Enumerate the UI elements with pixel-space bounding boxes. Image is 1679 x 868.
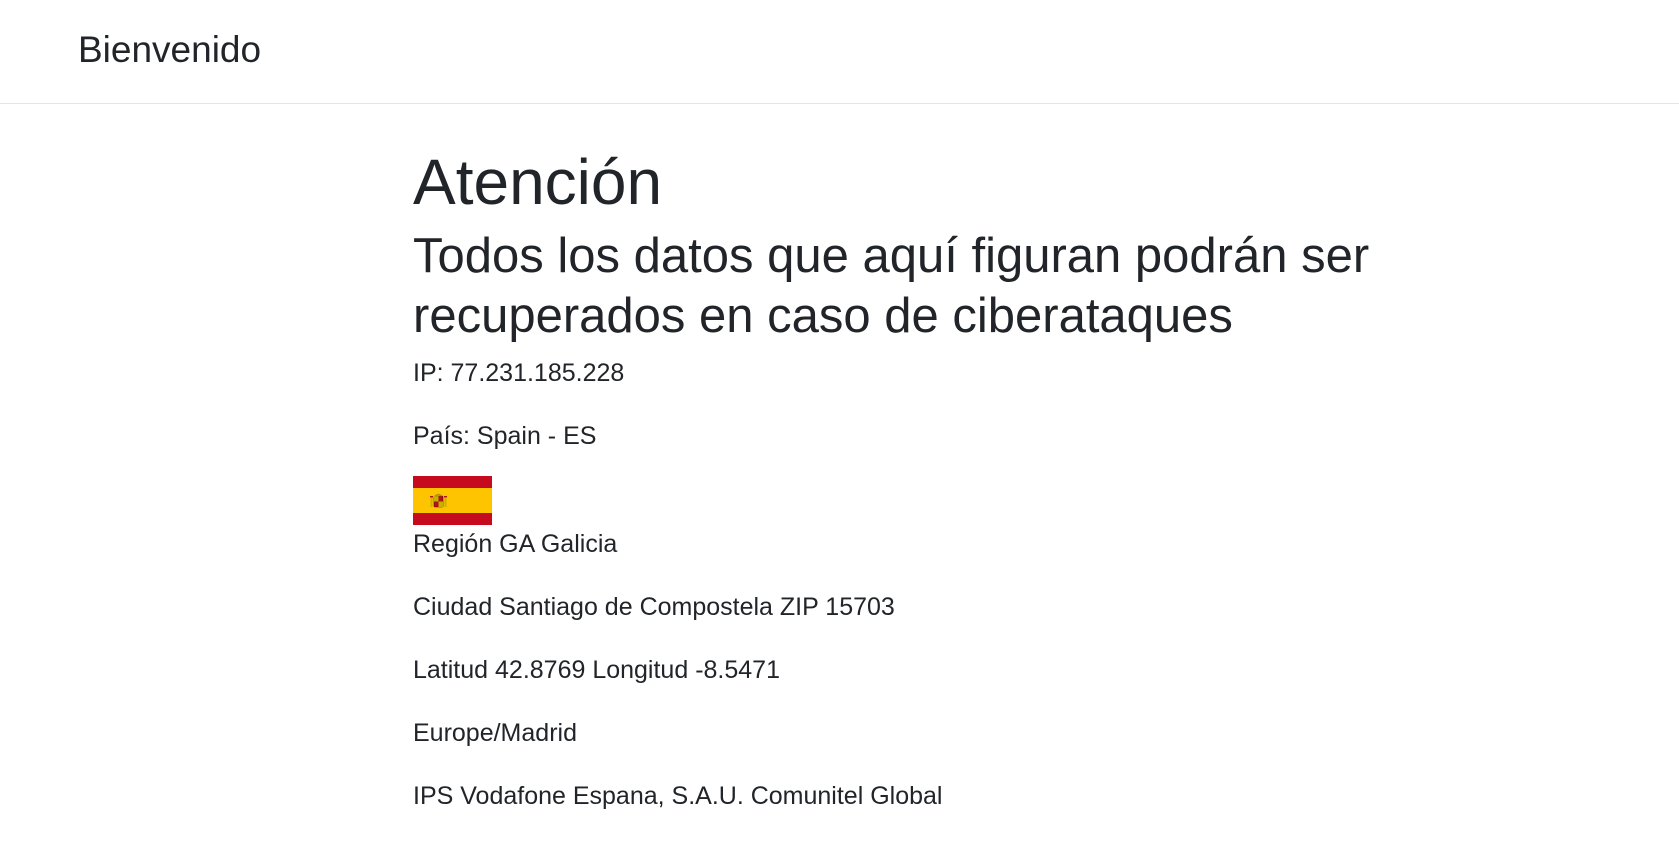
page-subtitle: Todos los datos que aquí figuran podrán …	[413, 229, 1370, 343]
page-title: Atención	[413, 146, 663, 218]
coordinates: Latitud 42.8769 Longitud -8.5471	[413, 656, 780, 684]
brand-link[interactable]: Bienvenido	[78, 28, 261, 72]
timezone: Europe/Madrid	[413, 719, 577, 747]
city-zip: Ciudad Santiago de Compostela ZIP 15703	[413, 593, 895, 621]
top-navbar: Bienvenido	[0, 0, 1679, 104]
country: País: Spain - ES	[413, 422, 597, 450]
region: Región GA Galicia	[413, 530, 618, 558]
main-content: Atención Todos los datos que aquí figura…	[413, 140, 1413, 811]
ip-address: IP: 77.231.185.228	[413, 359, 625, 387]
spain-flag-icon	[413, 476, 492, 525]
isp: IPS Vodafone Espana, S.A.U. Comunitel Gl…	[413, 782, 943, 810]
